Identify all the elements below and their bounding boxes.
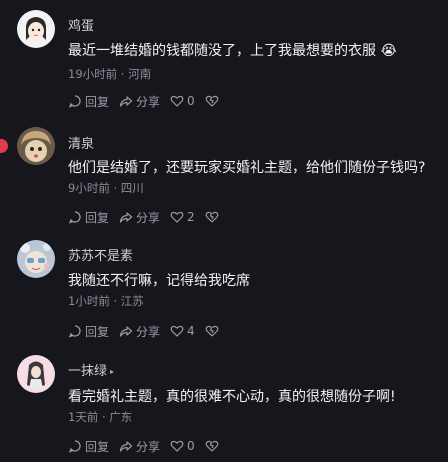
comment-actions: 回复 分享 4 [68,322,229,340]
like-icon [170,440,184,452]
like-count: 4 [187,324,195,338]
dislike-button[interactable] [205,324,219,338]
share-button[interactable]: 分享 [119,438,160,455]
share-label: 分享 [136,210,161,225]
comment-meta: 19小时前 · 河南 [68,67,152,81]
like-button[interactable]: 2 [170,210,195,224]
like-icon [170,325,184,337]
dislike-button[interactable] [205,210,219,224]
share-icon [119,441,133,452]
reply-label: 回复 [85,94,110,109]
share-label: 分享 [136,324,161,339]
like-count: 0 [187,439,195,453]
dislike-icon [205,211,219,223]
comment-author[interactable]: 清泉 [68,133,94,152]
reply-icon [68,440,81,453]
comment-author[interactable]: 一抹绿 ▸ [68,360,114,379]
reply-button[interactable]: 回复 [68,323,109,340]
comment-text: 最近一堆结婚的钱都随没了，上了我最想要的衣服 😭 [68,43,397,59]
comment-author[interactable]: 苏苏不是素 [68,245,133,264]
like-button[interactable]: 0 [170,439,195,453]
share-button[interactable]: 分享 [119,93,160,110]
share-icon [119,326,133,337]
like-count: 2 [187,210,195,224]
reply-label: 回复 [85,324,110,339]
unread-indicator [0,139,8,153]
reply-icon [68,325,81,338]
reply-button[interactable]: 回复 [68,93,109,110]
like-icon [170,95,184,107]
share-icon [119,96,133,107]
avatar[interactable] [17,127,55,165]
share-label: 分享 [136,94,161,109]
comment-meta: 1小时前 · 江苏 [68,294,144,308]
reply-icon [68,211,81,224]
comment-meta: 1天前 · 广东 [68,410,133,424]
reply-button[interactable]: 回复 [68,438,109,455]
avatar[interactable] [17,10,55,48]
reply-button[interactable]: 回复 [68,209,109,226]
dislike-icon [205,95,219,107]
share-label: 分享 [136,439,161,454]
like-icon [170,211,184,223]
like-button[interactable]: 4 [170,324,195,338]
author-arrow-icon: ▸ [110,367,115,376]
share-icon [119,212,133,223]
comment-text: 看完婚礼主题，真的很难不心动，真的很想随份子啊! [68,389,396,405]
avatar[interactable] [17,240,55,278]
reply-label: 回复 [85,210,110,225]
avatar[interactable] [17,355,55,393]
like-count: 0 [187,94,195,108]
comment-actions: 回复 分享 2 [68,208,229,226]
like-button[interactable]: 0 [170,94,195,108]
dislike-icon [205,440,219,452]
comment-actions: 回复 分享 0 [68,437,229,455]
reply-label: 回复 [85,439,110,454]
comment-meta: 9小时前 · 四川 [68,181,144,195]
comment-text: 他们是结婚了，还要玩家买婚礼主题，给他们随份子钱吗? [68,160,426,176]
dislike-button[interactable] [205,439,219,453]
dislike-icon [205,325,219,337]
share-button[interactable]: 分享 [119,323,160,340]
share-button[interactable]: 分享 [119,209,160,226]
comment-author[interactable]: 鸡蛋 [68,15,94,34]
comment-author-name: 一抹绿 [68,364,108,379]
reply-icon [68,95,81,108]
comment-actions: 回复 分享 0 [68,92,229,110]
comment-text: 我随还不行嘛，记得给我吃席 [68,273,250,289]
dislike-button[interactable] [205,94,219,108]
